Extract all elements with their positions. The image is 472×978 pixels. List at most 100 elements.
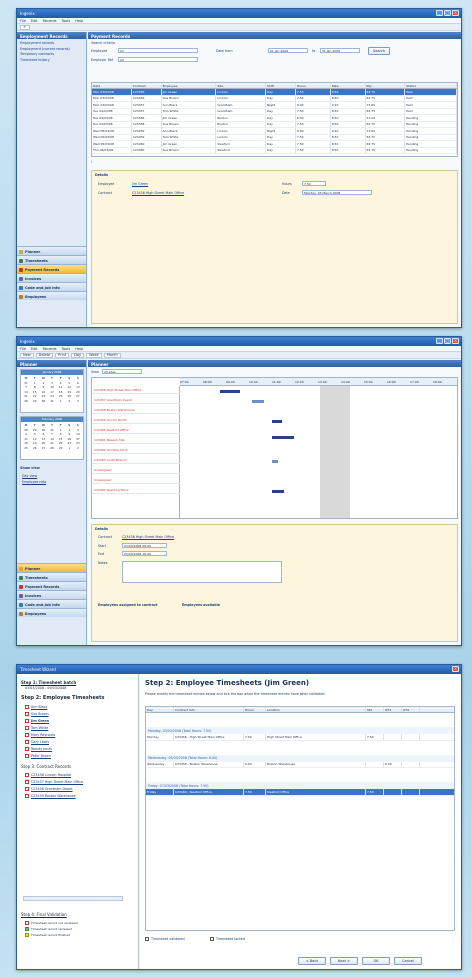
appointment[interactable]	[220, 390, 240, 393]
col-hours[interactable]: Hours	[244, 707, 266, 712]
calendar-day[interactable]: 2	[65, 399, 73, 403]
date-from-field[interactable]: 01 Jan 2008	[268, 48, 308, 53]
calendar-january[interactable]: January 2008 M T W T F S S 31 1 2 3 4 5 6 7 8 9 10 11 12 13 1…	[20, 369, 84, 413]
calendar-day[interactable]: 28	[48, 446, 56, 450]
calendar-day[interactable]: 4	[57, 381, 65, 385]
employer-ref-select[interactable]: All	[118, 57, 198, 62]
calendar-day[interactable]: 3	[74, 428, 82, 432]
col-site[interactable]: Site	[216, 83, 267, 88]
schedule-row[interactable]: C23464 Spalding Store	[92, 486, 180, 494]
new-button[interactable]: New	[20, 352, 34, 358]
calendar-day[interactable]: 22	[31, 394, 39, 398]
schedule-row[interactable]: C23459 Lincoln North	[92, 416, 180, 424]
day-group-header[interactable]: Friday, 07/03/2008 (Total Hours: 7.50)	[146, 782, 454, 789]
view-select[interactable]: All sites	[102, 369, 142, 374]
calendar-day[interactable]: 25	[57, 394, 65, 398]
calendar-day[interactable]: 23	[65, 441, 73, 445]
calendar-day[interactable]: 26	[65, 394, 73, 398]
contract-record-link[interactable]: C23457 High Street Main Office	[25, 779, 83, 786]
calendar-day[interactable]: 19	[65, 390, 73, 394]
calendar-day[interactable]: 24	[74, 441, 82, 445]
employee-timesheet-link[interactable]: Wendy Jones	[25, 746, 55, 753]
calendar-day[interactable]: 21	[22, 394, 30, 398]
menu-help[interactable]: Help	[75, 19, 83, 23]
col-shift[interactable]: Shift	[266, 83, 296, 88]
employee-timesheet-link[interactable]: Jim Green	[25, 718, 55, 725]
calendar-february[interactable]: February 2008 M T W T F S S 28 29 30 31 1 2 3 4 5 6 7 8 9 10…	[20, 416, 84, 460]
nav-employees[interactable]: Employees	[17, 608, 86, 617]
calendar-day[interactable]: 18	[57, 390, 65, 394]
back-button[interactable]: < Back	[298, 957, 326, 965]
calendar-day[interactable]: 15	[31, 390, 39, 394]
nav-payment-records[interactable]: Payment Records	[17, 264, 86, 273]
calendar-day[interactable]: 2	[39, 381, 47, 385]
calendar-day[interactable]: 11	[57, 385, 65, 389]
calendar-day[interactable]: 12	[31, 437, 39, 441]
calendar-day[interactable]: 7	[22, 385, 30, 389]
calendar-day[interactable]: 1	[57, 428, 65, 432]
delete-button[interactable]: Delete	[35, 352, 54, 358]
calendar-day[interactable]: 3	[48, 381, 56, 385]
close-button[interactable]: ×	[452, 338, 459, 344]
col-rate[interactable]: Rate	[331, 83, 366, 88]
calendar-day[interactable]: 16	[39, 390, 47, 394]
calendar-day[interactable]: 1	[57, 399, 65, 403]
calendar-day[interactable]: 20	[39, 441, 47, 445]
calendar-day[interactable]: 7	[48, 432, 56, 436]
col-date[interactable]: Date	[92, 83, 132, 88]
nav-payment-records[interactable]: Payment Records	[17, 581, 86, 590]
calendar-day[interactable]: 1	[31, 381, 39, 385]
appointment[interactable]	[272, 436, 294, 439]
schedule-row[interactable]: C23456 High Street Main Office	[92, 386, 180, 394]
calendar-day[interactable]: 29	[31, 428, 39, 432]
contract-record-link[interactable]: C23458 Grantham Depot	[25, 786, 83, 793]
close-button[interactable]: ×	[452, 10, 459, 16]
schedule-row[interactable]: C23463 Louth Branch	[92, 456, 180, 464]
calendar-day[interactable]: 13	[39, 437, 47, 441]
nav-planner[interactable]: Planner	[17, 246, 86, 255]
calendar-day[interactable]: 30	[39, 428, 47, 432]
locked-checkbox-row[interactable]: Timesheet locked	[210, 937, 245, 941]
col-ot2[interactable]: OT2	[402, 707, 420, 712]
cancel-button[interactable]: Cancel	[394, 957, 422, 965]
calendar-day[interactable]: 12	[65, 385, 73, 389]
appointment[interactable]	[272, 460, 278, 463]
day-view-link[interactable]: Day view	[22, 474, 37, 478]
nav-planner[interactable]: Planner	[17, 563, 86, 572]
col-employee[interactable]: Employee	[162, 83, 217, 88]
nav-link[interactable]: Timesheet history	[20, 58, 83, 64]
close-button[interactable]: ×	[452, 666, 459, 672]
minimize-button[interactable]: _	[436, 338, 443, 344]
calendar-day[interactable]: 13	[74, 385, 82, 389]
minimize-button[interactable]: _	[436, 10, 443, 16]
calendar-day[interactable]: 19	[31, 441, 39, 445]
menu-edit[interactable]: Edit	[31, 347, 38, 351]
day-group-header[interactable]: Wednesday, 05/03/2008 (Total Hours: 6.00…	[146, 754, 454, 762]
calendar-day[interactable]: 18	[22, 441, 30, 445]
nav-timesheets[interactable]: Timesheets	[17, 572, 86, 581]
calendar-day[interactable]: 2	[65, 428, 73, 432]
week-button[interactable]: Week	[86, 352, 102, 358]
menu-help[interactable]: Help	[75, 347, 83, 351]
date-to-field[interactable]: 31 Jan 2008	[320, 48, 360, 53]
next-button[interactable]: Next >	[330, 957, 358, 965]
schedule-row[interactable]: C23458 Boston Warehouse	[92, 406, 180, 414]
calendar-day[interactable]: 2	[74, 446, 82, 450]
col-ot1[interactable]: OT1	[384, 707, 402, 712]
calendar-day[interactable]: 31	[48, 428, 56, 432]
col-day[interactable]: Day	[146, 707, 174, 712]
calendar-day[interactable]: 8	[31, 385, 39, 389]
detail-notes-field[interactable]	[122, 561, 282, 583]
detail-contract-value[interactable]: C23456 High Street Main Office	[132, 191, 184, 195]
menu-file[interactable]: File	[20, 347, 26, 351]
maximize-button[interactable]: □	[444, 338, 451, 344]
schedule-row[interactable]: Unassigned	[92, 476, 180, 484]
calendar-day[interactable]: 27	[39, 446, 47, 450]
employee-timesheet-link[interactable]: Ann Black	[25, 704, 55, 711]
employee-timesheet-link[interactable]: Peter Brown	[25, 753, 55, 760]
calendar-day[interactable]: 14	[22, 390, 30, 394]
day-button[interactable]: Day	[71, 352, 85, 358]
calendar-day[interactable]: 10	[74, 432, 82, 436]
print-button[interactable]: Print	[55, 352, 70, 358]
detail-employee-value[interactable]: Jim Green	[132, 182, 148, 186]
